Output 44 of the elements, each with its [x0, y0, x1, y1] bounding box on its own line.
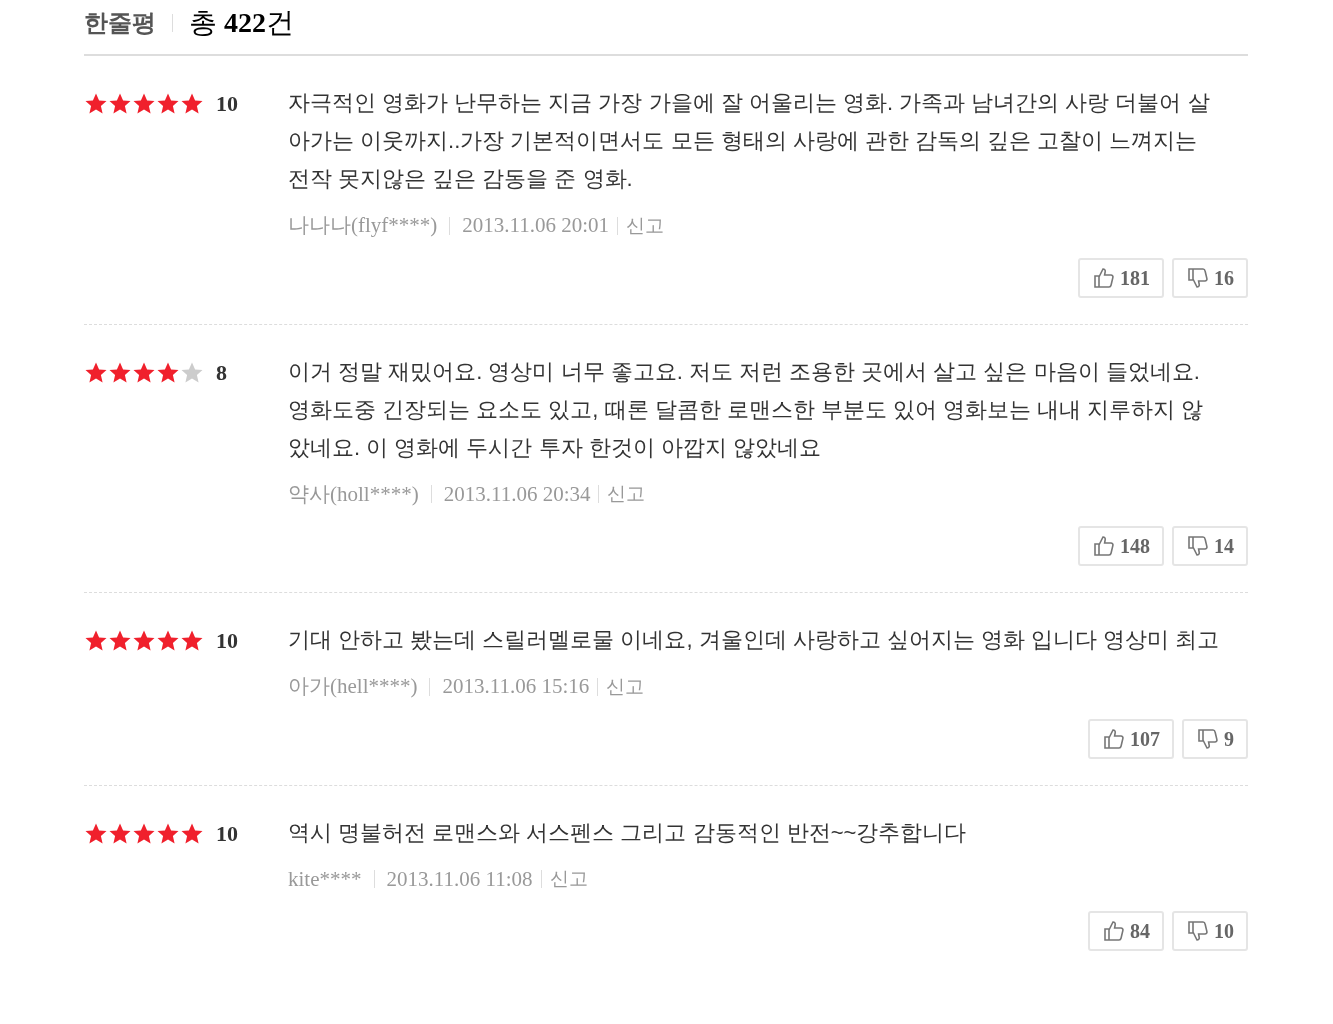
- like-button[interactable]: 107: [1088, 718, 1174, 759]
- review-text: 이거 정말 재밌어요. 영상미 너무 좋고요. 저도 저런 조용한 곳에서 살고 싶은 마음이 들었네요. 영화도중 긴장되는 요소도 있고, 때론 달콤한 로맨스한 부분도 있어 영화보는 내내 지루하지 않았네요. 이 영화에 두시간 투자 한것이 아깝지 않았네요: [288, 357, 1205, 462]
- review-text: 기대 안하고 봤는데 스릴러멜로물 이네요, 겨울인데 사랑하고 싶어지는 영화 입니다 영상미 최고: [288, 626, 1221, 654]
- rating-score: 10: [216, 629, 238, 653]
- star-icon: [180, 92, 204, 116]
- rating-score: 10: [216, 821, 238, 846]
- star-icon: [156, 629, 180, 653]
- thumbs-up-icon: [1102, 919, 1126, 943]
- dislike-button[interactable]: 14: [1172, 526, 1248, 566]
- review-date: 2013.11.06 11:08: [386, 865, 533, 893]
- thumbs-down-icon: [1196, 726, 1220, 751]
- thumbs-down-icon: [1186, 919, 1210, 943]
- review-date: 2013.11.06 20:01: [462, 212, 610, 239]
- thumbs-up-icon: [1092, 534, 1116, 558]
- like-button[interactable]: 181: [1078, 257, 1164, 298]
- rating-score: 8: [216, 360, 227, 385]
- like-button[interactable]: 84: [1088, 911, 1164, 951]
- thumbs-down-icon: [1186, 265, 1210, 290]
- review-date: 2013.11.06 15:16: [442, 673, 590, 700]
- thumbs-up-icon: [1102, 726, 1126, 751]
- section-title: 한줄평: [84, 8, 156, 38]
- thumbs-down-icon: [1186, 534, 1210, 558]
- thumbs-up-icon: [1092, 265, 1116, 290]
- total-count: 총 422건: [189, 6, 294, 40]
- star-icon: [132, 629, 156, 653]
- rating-score: 10: [216, 92, 238, 116]
- star-icon: [108, 629, 132, 653]
- review-text: 역시 명불허전 로맨스와 서스펜스 그리고 감동적인 반전~~강추합니다: [288, 818, 968, 847]
- star-icon: [108, 92, 132, 116]
- author-name: 아가(hell****): [288, 673, 418, 700]
- dislike-button[interactable]: 9: [1182, 718, 1248, 759]
- star-icon: [180, 629, 204, 653]
- review-text: 자극적인 영화가 난무하는 지금 가장 가을에 잘 어울리는 영화. 가족과 남녀간의 사랑 더불어 살아가는 이웃까지..가장 기본적이면서도 모든 형태의 사랑에 관한 감독의 깊은 고찰이 느껴지는 전작 못지않은 깊은 감동을 준 영화.: [288, 89, 1211, 193]
- star-icon: [156, 92, 180, 116]
- star-icon: [84, 92, 108, 116]
- author-name: kite****: [288, 865, 362, 893]
- author-name: 약사(holl****): [288, 480, 419, 508]
- like-button[interactable]: 148: [1078, 526, 1164, 566]
- dislike-button[interactable]: 10: [1172, 911, 1248, 951]
- star-icon: [84, 629, 108, 653]
- dislike-button[interactable]: 16: [1172, 257, 1248, 298]
- star-icon: [132, 92, 156, 116]
- review-date: 2013.11.06 20:34: [443, 480, 591, 508]
- author-name: 나나나(flyf****): [288, 212, 438, 239]
